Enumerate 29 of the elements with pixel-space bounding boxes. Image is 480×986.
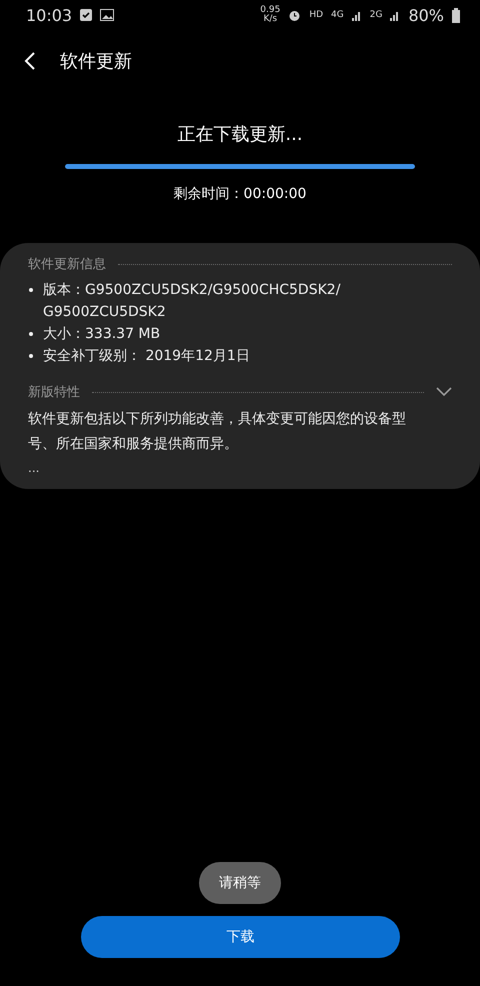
network-type: 2G: [370, 10, 382, 20]
features-description: 软件更新包括以下所列功能改善，具体变更可能因您的设备型号、所在国家和服务提供商而异。: [28, 410, 407, 454]
remaining-time: 剩余时间：00:00:00: [174, 185, 306, 203]
section-heading: 软件更新信息: [28, 256, 106, 273]
page-title: 软件更新: [60, 50, 132, 73]
image-notification-icon: [100, 9, 114, 21]
bullet-icon: [29, 354, 33, 358]
download-button[interactable]: 下载: [81, 916, 400, 958]
info-item: 大小：333.37 MB: [43, 325, 160, 344]
back-button[interactable]: [24, 51, 36, 71]
bullet-icon: [29, 288, 33, 292]
info-item: 版本：G9500ZCU5DSK2/G9500CHC5DSK2/ G9500ZCU5DSK2: [43, 281, 340, 322]
network-type: 4G: [331, 10, 344, 20]
hd-label: HD: [309, 10, 324, 20]
battery-icon: [452, 8, 460, 22]
info-item: 安全补丁级别： 2019年12月1日: [43, 347, 250, 366]
more-text: ...: [28, 461, 40, 475]
section-heading: 新版特性: [28, 384, 80, 401]
signal-icon: [390, 9, 400, 21]
alarm-icon: [288, 8, 302, 22]
status-time: 10:03: [26, 6, 72, 24]
toast-message: 请稍等: [199, 862, 281, 904]
expand-button[interactable]: [436, 387, 452, 397]
checkbox-notification-icon: [80, 9, 92, 21]
battery-percent: 80%: [408, 6, 444, 24]
network-speed: 0.95 K/s: [260, 6, 280, 24]
signal-icon: [352, 9, 362, 21]
bullet-icon: [29, 332, 33, 336]
download-status: 正在下载更新...: [177, 123, 303, 146]
